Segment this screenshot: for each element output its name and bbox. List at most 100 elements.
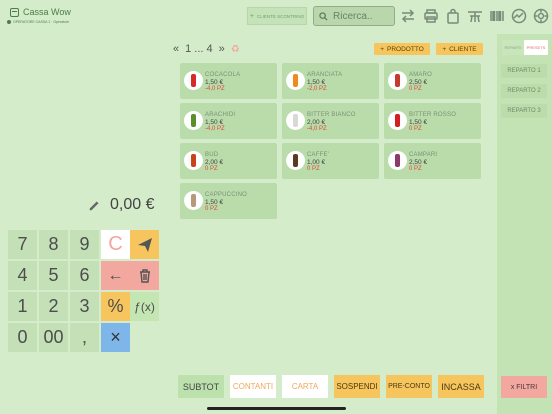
bottle-icon bbox=[191, 154, 196, 167]
bottle-icon bbox=[293, 114, 298, 127]
clear-key[interactable]: C bbox=[101, 230, 130, 259]
send-icon bbox=[137, 237, 152, 252]
backspace-key[interactable]: ← bbox=[101, 261, 130, 290]
printer-icon[interactable] bbox=[423, 8, 439, 24]
product-name: CAFFE' bbox=[307, 152, 330, 158]
product-price: 2,00 € bbox=[205, 159, 224, 166]
department-3-button[interactable]: REPARTO 3 bbox=[501, 104, 547, 118]
tab-departments[interactable]: REPARTI bbox=[502, 40, 524, 55]
key-8[interactable]: 8 bbox=[39, 230, 68, 259]
checkout-button[interactable]: INCASSA bbox=[438, 375, 484, 398]
chart-icon[interactable] bbox=[511, 8, 527, 24]
pager-pages: 1 ... 4 bbox=[185, 43, 213, 55]
product-card[interactable]: ARANCIATA 1,50 € -2,0 PZ bbox=[282, 63, 379, 99]
product-card[interactable]: AMARO 2,50 €0 PZ bbox=[384, 63, 481, 99]
add-customer-label: CLIENTE bbox=[449, 45, 477, 53]
pager-next-button[interactable]: » bbox=[219, 43, 225, 55]
delete-key[interactable] bbox=[130, 261, 159, 290]
product-image bbox=[286, 111, 305, 130]
recycle-icon[interactable]: ♻ bbox=[231, 44, 240, 55]
logo-text: Cassa Wow bbox=[23, 7, 71, 17]
arrow-left-icon: ← bbox=[107, 266, 124, 284]
send-key[interactable] bbox=[130, 230, 159, 259]
product-stock: 0 PZ bbox=[307, 166, 320, 172]
function-key[interactable]: ƒ(x) bbox=[130, 292, 159, 321]
key-1[interactable]: 1 bbox=[8, 292, 37, 321]
pager-prev-button[interactable]: « bbox=[173, 43, 179, 55]
percent-key[interactable]: % bbox=[101, 292, 130, 321]
product-image bbox=[184, 191, 203, 210]
search-input[interactable]: Ricerca.. bbox=[333, 11, 372, 22]
product-stock: 0 PZ bbox=[205, 166, 218, 172]
product-image bbox=[184, 111, 203, 130]
bottle-icon bbox=[395, 114, 400, 127]
operator-text: OPERATORE CASSA 1 · Operatore bbox=[13, 20, 70, 24]
key-4[interactable]: 4 bbox=[8, 261, 37, 290]
bottle-icon bbox=[293, 154, 298, 167]
product-stock: 0 PZ bbox=[409, 86, 422, 92]
key-2[interactable]: 2 bbox=[39, 292, 68, 321]
amount-value: 0,00 € bbox=[110, 196, 155, 213]
cash-button[interactable]: CONTANTI bbox=[230, 375, 276, 398]
trash-icon bbox=[139, 268, 150, 283]
table-icon[interactable] bbox=[467, 8, 483, 24]
product-card[interactable]: CAFFE' 1,00 €0 PZ bbox=[282, 143, 379, 179]
product-image bbox=[286, 71, 305, 90]
customer-receipt-label: CLIENTE SCONTRINO bbox=[256, 13, 305, 19]
product-name: BITTER BIANCO bbox=[307, 112, 356, 118]
operator-label[interactable]: OPERATORE CASSA 1 · Operatore bbox=[7, 20, 69, 24]
filters-button[interactable]: x FILTRI bbox=[501, 376, 547, 398]
product-card[interactable]: BITTER ROSSO 1,50 €0 PZ bbox=[384, 103, 481, 139]
product-price: 2,00 € bbox=[307, 119, 326, 126]
settings-icon[interactable] bbox=[533, 8, 549, 24]
add-product-button[interactable]: + PRODOTTO bbox=[374, 43, 430, 55]
key-7[interactable]: 7 bbox=[8, 230, 37, 259]
add-customer-button[interactable]: + CLIENTE bbox=[436, 43, 483, 55]
product-stock: -4,0 PZ bbox=[307, 126, 327, 132]
product-card[interactable]: COCACOLA 1,50 € -4,0 PZ bbox=[180, 63, 277, 99]
product-card[interactable]: ARACHIDI 1,50 € -4,0 PZ bbox=[180, 103, 277, 139]
bag-icon[interactable] bbox=[445, 8, 461, 24]
add-product-label: PRODOTTO bbox=[387, 45, 424, 53]
customer-receipt-button[interactable]: + CLIENTE SCONTRINO bbox=[247, 7, 307, 25]
subtotal-button[interactable]: SUBTOT bbox=[178, 375, 224, 398]
multiply-key[interactable]: × bbox=[101, 323, 130, 352]
product-name: AMARO bbox=[409, 72, 433, 78]
key-9[interactable]: 9 bbox=[70, 230, 99, 259]
search-box[interactable]: Ricerca.. bbox=[313, 6, 395, 26]
product-name: CAPPUCCINO bbox=[205, 192, 248, 198]
product-card[interactable]: BITTER BIANCO 2,00 € -4,0 PZ bbox=[282, 103, 379, 139]
key-5[interactable]: 5 bbox=[39, 261, 68, 290]
key-6[interactable]: 6 bbox=[70, 261, 99, 290]
product-image bbox=[388, 71, 407, 90]
product-name: CAMPARI bbox=[409, 152, 438, 158]
key-3[interactable]: 3 bbox=[70, 292, 99, 321]
bottle-icon bbox=[191, 114, 196, 127]
product-card[interactable]: BUD 2,00 €0 PZ bbox=[180, 143, 277, 179]
pencil-icon[interactable] bbox=[88, 198, 102, 212]
product-name: ARANCIATA bbox=[307, 72, 343, 78]
tab-presets[interactable]: PRESETS bbox=[524, 40, 548, 55]
card-button[interactable]: CARTA bbox=[282, 375, 328, 398]
product-image bbox=[184, 151, 203, 170]
home-indicator bbox=[207, 407, 346, 410]
key-00[interactable]: 00 bbox=[39, 323, 68, 352]
transfer-icon[interactable] bbox=[400, 8, 416, 24]
barcode-icon[interactable] bbox=[489, 8, 505, 24]
department-1-button[interactable]: REPARTO 1 bbox=[501, 64, 547, 78]
product-price: 1,50 € bbox=[205, 79, 224, 86]
product-stock: 0 PZ bbox=[409, 166, 422, 172]
user-icon bbox=[7, 20, 11, 24]
register-icon bbox=[10, 7, 19, 17]
key-0[interactable]: 0 bbox=[8, 323, 37, 352]
suspend-button[interactable]: SOSPENDI bbox=[334, 375, 380, 398]
product-name: COCACOLA bbox=[205, 72, 241, 78]
bottle-icon bbox=[293, 74, 298, 87]
product-card[interactable]: CAMPARI 2,50 €0 PZ bbox=[384, 143, 481, 179]
product-name: ARACHIDI bbox=[205, 112, 236, 118]
department-2-button[interactable]: REPARTO 2 bbox=[501, 84, 547, 98]
comma-key[interactable]: , bbox=[70, 323, 99, 352]
product-stock: -2,0 PZ bbox=[307, 86, 327, 92]
product-card[interactable]: CAPPUCCINO 1,50 €0 PZ bbox=[180, 183, 277, 219]
pre-bill-button[interactable]: PRE-CONTO bbox=[386, 375, 432, 398]
